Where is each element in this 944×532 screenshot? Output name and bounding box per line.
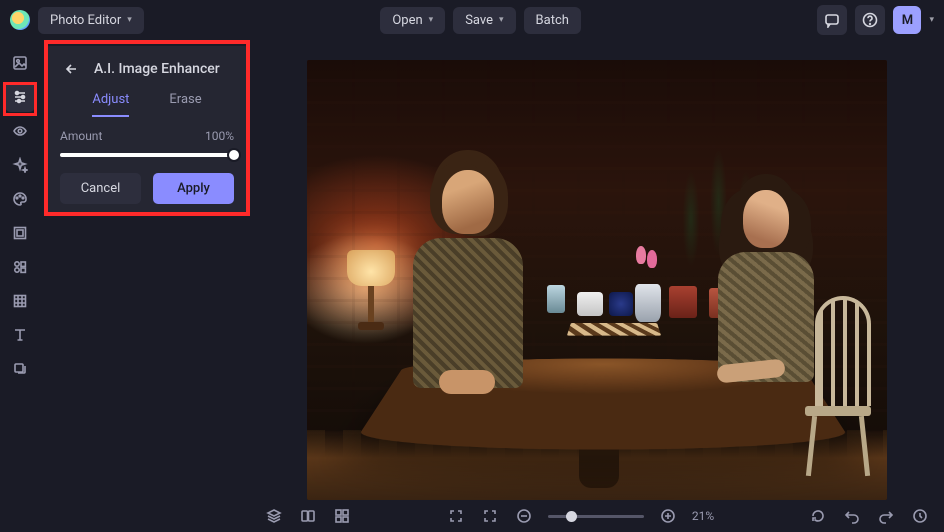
app-mode-label: Photo Editor <box>50 13 121 28</box>
back-button[interactable] <box>60 60 84 78</box>
history-icon <box>912 508 928 524</box>
sidebar-texture-tool[interactable] <box>5 286 35 316</box>
sidebar-text-tool[interactable] <box>5 320 35 350</box>
zoom-value: 21% <box>692 509 714 523</box>
fit-icon <box>482 508 498 524</box>
amount-value: 100% <box>205 129 234 143</box>
bottom-center-group: 21% <box>446 506 714 526</box>
undo-icon <box>844 508 860 524</box>
rotate-icon <box>810 508 826 524</box>
top-bar: Photo Editor ▾ Open ▾ Save ▾ Batch M ▾ <box>0 0 944 40</box>
sidebar-eye-tool[interactable] <box>5 116 35 146</box>
bottom-toolbar: 21% <box>250 500 944 532</box>
fit-button[interactable] <box>480 506 500 526</box>
arrow-left-icon <box>64 61 80 77</box>
main-area: A.I. Image Enhancer Adjust Erase Amount … <box>0 40 944 532</box>
compare-icon <box>300 508 316 524</box>
sidebar-sparkle-tool[interactable] <box>5 150 35 180</box>
batch-button[interactable]: Batch <box>524 7 581 34</box>
apply-button[interactable]: Apply <box>153 173 234 204</box>
frame-icon <box>12 225 28 241</box>
sidebar-frame-tool[interactable] <box>5 218 35 248</box>
panel-actions: Cancel Apply <box>60 173 234 204</box>
ai-enhancer-panel: A.I. Image Enhancer Adjust Erase Amount … <box>44 46 250 216</box>
help-icon <box>862 12 878 28</box>
photo-cup <box>609 292 633 316</box>
shapes-icon <box>12 259 28 275</box>
canvas-area: 21% <box>250 40 944 532</box>
panel-tabs: Adjust Erase <box>60 92 234 117</box>
photo-glass <box>547 285 565 313</box>
redo-button[interactable] <box>876 506 896 526</box>
rotate-button[interactable] <box>808 506 828 526</box>
sidebar-elements-tool[interactable] <box>5 252 35 282</box>
save-button[interactable]: Save ▾ <box>453 7 515 34</box>
chevron-down-icon[interactable]: ▾ <box>929 15 934 25</box>
amount-row: Amount 100% <box>60 129 234 143</box>
panel-header: A.I. Image Enhancer <box>60 60 234 78</box>
photo-lamp <box>341 250 401 340</box>
chevron-down-icon: ▾ <box>429 15 434 25</box>
open-label: Open <box>392 13 422 28</box>
copy-icon <box>12 361 28 377</box>
palette-icon <box>12 191 28 207</box>
sidebar-adjust-tool[interactable] <box>5 82 35 112</box>
photo-preview[interactable] <box>307 60 887 500</box>
avatar-initial: M <box>902 13 913 28</box>
chevron-down-icon: ▾ <box>127 15 132 25</box>
amount-slider[interactable] <box>60 153 234 157</box>
fullscreen-icon <box>448 508 464 524</box>
grid-icon <box>334 508 350 524</box>
photo-person-right <box>691 190 841 450</box>
photo-cup <box>577 292 603 316</box>
app-mode-dropdown[interactable]: Photo Editor ▾ <box>38 7 144 34</box>
bottom-right-group <box>808 506 930 526</box>
photo-chessboard <box>567 323 661 336</box>
undo-button[interactable] <box>842 506 862 526</box>
compare-button[interactable] <box>298 506 318 526</box>
fullscreen-button[interactable] <box>446 506 466 526</box>
amount-slider-thumb[interactable] <box>227 148 241 162</box>
zoom-in-button[interactable] <box>658 506 678 526</box>
minus-circle-icon <box>516 508 532 524</box>
open-button[interactable]: Open ▾ <box>380 7 445 34</box>
layers-icon <box>266 508 282 524</box>
user-avatar[interactable]: M <box>893 6 921 34</box>
panel-title: A.I. Image Enhancer <box>94 61 220 77</box>
zoom-out-button[interactable] <box>514 506 534 526</box>
sidebar-layers-tool[interactable] <box>5 354 35 384</box>
history-button[interactable] <box>910 506 930 526</box>
amount-label: Amount <box>60 129 102 143</box>
plus-circle-icon <box>660 508 676 524</box>
tab-erase[interactable]: Erase <box>169 92 201 117</box>
image-icon <box>12 55 28 71</box>
cancel-button[interactable]: Cancel <box>60 173 141 204</box>
zoom-slider-thumb[interactable] <box>566 511 577 522</box>
sidebar-palette-tool[interactable] <box>5 184 35 214</box>
save-label: Save <box>465 13 493 28</box>
photo-person-left <box>393 170 543 440</box>
app-logo <box>10 10 30 30</box>
batch-label: Batch <box>536 13 569 28</box>
feedback-button[interactable] <box>817 5 847 35</box>
redo-icon <box>878 508 894 524</box>
tab-adjust[interactable]: Adjust <box>92 92 129 117</box>
zoom-slider[interactable] <box>548 515 644 518</box>
chevron-down-icon: ▾ <box>499 15 504 25</box>
sparkle-icon <box>12 157 28 173</box>
layers-button[interactable] <box>264 506 284 526</box>
grid-button[interactable] <box>332 506 352 526</box>
texture-icon <box>12 293 28 309</box>
chat-icon <box>824 12 840 28</box>
canvas-viewport[interactable] <box>250 40 944 500</box>
text-icon <box>12 327 28 343</box>
help-button[interactable] <box>855 5 885 35</box>
photo-vase <box>635 284 661 322</box>
eye-icon <box>12 123 28 139</box>
sidebar-image-tool[interactable] <box>5 48 35 78</box>
sliders-icon <box>12 89 28 105</box>
bottom-left-group <box>264 506 352 526</box>
left-sidebar <box>0 40 40 532</box>
